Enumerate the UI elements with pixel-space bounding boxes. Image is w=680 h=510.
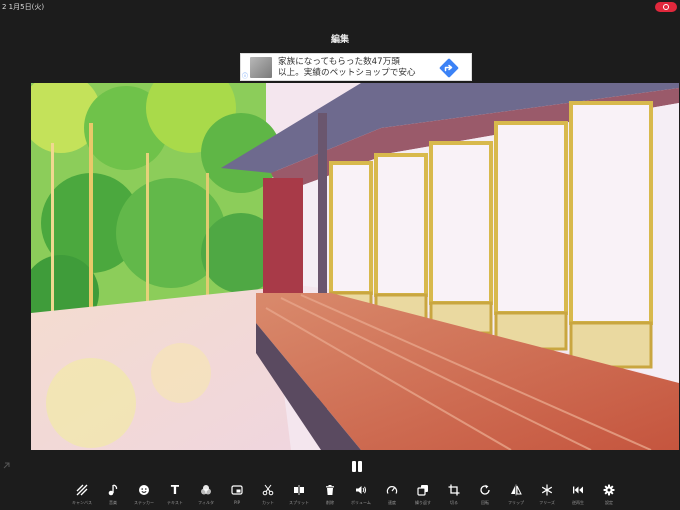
status-time: 2 1月5日(火)	[2, 3, 45, 11]
pause-icon-bar-left	[352, 461, 356, 472]
volume-icon	[356, 486, 367, 494]
recording-indicator[interactable]	[655, 2, 677, 12]
rotate-icon	[480, 484, 490, 495]
trash-icon	[326, 485, 334, 495]
record-icon	[663, 4, 669, 10]
pause-button[interactable]	[351, 461, 363, 473]
pause-icon-bar-right	[358, 461, 362, 472]
sticker-icon	[139, 485, 149, 495]
canvas-icon	[76, 484, 88, 496]
ad-banner[interactable]: ⓘ 家族になってもらった数47万頭 以上。実績のペットショップで安心	[240, 53, 472, 81]
edit-toolbar: キャンバス 音楽 ステッカー T テキスト フィルタ PIP カット スプリット…	[64, 484, 624, 508]
duplicate-icon	[417, 485, 428, 496]
video-preview[interactable]	[31, 83, 679, 450]
page-title: 編集	[330, 35, 349, 45]
freeze-icon	[541, 484, 553, 496]
expand-arrow-icon[interactable]	[3, 462, 10, 469]
tool-settings[interactable]: 設定	[591, 484, 627, 508]
ad-text-line-1: 家族になってもらった数47万頭	[278, 57, 400, 67]
gear-icon	[603, 484, 615, 496]
text-icon: T	[170, 483, 180, 497]
video-frame-illustration	[31, 83, 679, 450]
ad-thumbnail	[250, 57, 272, 78]
speed-icon	[386, 486, 398, 494]
ad-arrow-icon[interactable]	[438, 57, 460, 79]
pip-icon	[231, 485, 243, 495]
status-bar: 2 1月5日(火)	[0, 0, 680, 14]
crop-icon	[448, 484, 460, 496]
reverse-icon	[573, 486, 583, 494]
flip-icon	[511, 484, 522, 496]
scissors-icon	[262, 484, 274, 496]
tool-label: 設定	[605, 500, 613, 505]
ad-text-line-2: 以上。実績のペットショップで安心	[278, 68, 416, 78]
split-icon	[294, 485, 304, 495]
ad-info-icon[interactable]: ⓘ	[242, 71, 248, 80]
filter-icon	[201, 485, 211, 495]
music-icon	[108, 484, 118, 496]
ad-text: 家族になってもらった数47万頭 以上。実績のペットショップで安心	[278, 57, 438, 79]
